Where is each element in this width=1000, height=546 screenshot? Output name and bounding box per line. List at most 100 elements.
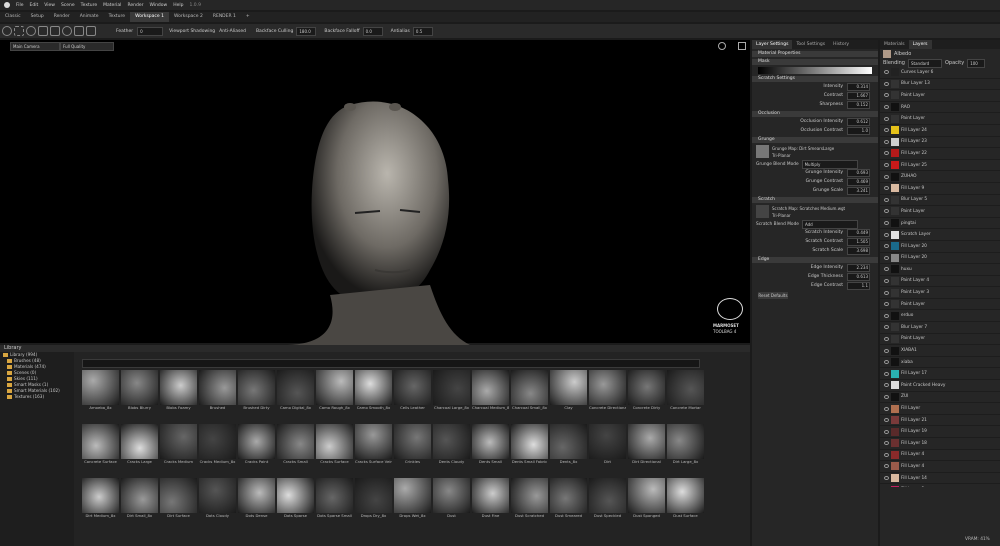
- layer-row[interactable]: Fill Layer 20: [880, 241, 1000, 253]
- layer-row[interactable]: Paint Layer: [880, 90, 1000, 102]
- lasso-tool-icon[interactable]: [26, 26, 36, 36]
- layer-row[interactable]: Blur Layer 13: [880, 79, 1000, 91]
- viewport-settings-icon[interactable]: [718, 42, 726, 50]
- visibility-eye-icon[interactable]: [884, 452, 889, 457]
- visibility-eye-icon[interactable]: [884, 197, 889, 202]
- texture-thumbnail[interactable]: Drops Dry_8x: [355, 478, 392, 520]
- texture-thumbnail[interactable]: Cells Leather: [394, 370, 431, 412]
- visibility-eye-icon[interactable]: [884, 232, 889, 237]
- texture-thumbnail[interactable]: Dirt Medium_8x: [82, 478, 119, 520]
- fill-tool-icon[interactable]: [50, 26, 60, 36]
- visibility-eye-icon[interactable]: [884, 406, 889, 411]
- quality-select[interactable]: Full Quality: [60, 42, 114, 51]
- library-search-input[interactable]: [82, 359, 700, 368]
- texture-thumbnail[interactable]: Cracks Large: [121, 424, 158, 466]
- albedo-swatch[interactable]: [883, 50, 891, 58]
- texture-thumbnail[interactable]: Concrete Surface: [82, 424, 119, 466]
- scratch-map-label[interactable]: Scratch Map: Scratches Medium.wgt: [772, 206, 845, 211]
- tab-layers[interactable]: Layers: [908, 40, 932, 49]
- texture-thumbnail[interactable]: Dust Fine: [472, 478, 509, 520]
- brush-tool-icon[interactable]: [38, 26, 48, 36]
- layer-row[interactable]: Paint Layer: [880, 206, 1000, 218]
- texture-thumbnail[interactable]: Charcoal Small_8x: [511, 370, 548, 412]
- visibility-eye-icon[interactable]: [884, 313, 889, 318]
- occlusion-setting-value[interactable]: 1.0: [847, 126, 870, 135]
- layer-row[interactable]: Fill Layer 4: [880, 450, 1000, 462]
- layer-row[interactable]: Fill Layer 20: [880, 253, 1000, 265]
- anti-aliased-checkbox[interactable]: Anti-Aliased: [219, 29, 246, 34]
- layer-row[interactable]: Fill Layer 25: [880, 160, 1000, 172]
- layer-row[interactable]: Fill Layer 21: [880, 415, 1000, 427]
- layer-row[interactable]: Paint Layer: [880, 113, 1000, 125]
- texture-thumbnail[interactable]: Crinkles: [394, 424, 431, 466]
- texture-thumbnail[interactable]: Camo Rough_8x: [316, 370, 353, 412]
- layer-row[interactable]: xiaba: [880, 357, 1000, 369]
- texture-thumbnail[interactable]: Dots Sparse Small: [316, 478, 353, 520]
- layer-row[interactable]: Fill Layer 5: [880, 484, 1000, 487]
- antialias-input[interactable]: 0.5: [412, 26, 433, 36]
- grunge-setting-value[interactable]: 3.241: [847, 186, 870, 195]
- visibility-eye-icon[interactable]: [884, 278, 889, 283]
- visibility-eye-icon[interactable]: [884, 476, 889, 481]
- tab-workspace-2[interactable]: Workspace 2: [169, 12, 208, 22]
- texture-thumbnail[interactable]: Cracks Medium_8x: [199, 424, 236, 466]
- channel-select[interactable]: Albedo: [894, 51, 911, 57]
- layer-row[interactable]: Fill Layer 9: [880, 183, 1000, 195]
- feather-input[interactable]: 0: [137, 26, 164, 36]
- layer-row[interactable]: Fill Layer: [880, 403, 1000, 415]
- menu-help[interactable]: Help: [173, 3, 183, 8]
- layer-row[interactable]: Fill Layer 24: [880, 125, 1000, 137]
- tab-history[interactable]: History: [829, 40, 853, 49]
- layer-row[interactable]: Paint Layer: [880, 334, 1000, 346]
- visibility-eye-icon[interactable]: [884, 116, 889, 121]
- texture-thumbnail[interactable]: Charcoal Medium_8x: [472, 370, 509, 412]
- section-mask[interactable]: Mask: [752, 59, 878, 65]
- visibility-eye-icon[interactable]: [884, 93, 889, 98]
- layer-row[interactable]: Paint Layer 3: [880, 287, 1000, 299]
- texture-thumbnail[interactable]: Drops Wet_8x: [394, 478, 431, 520]
- visibility-eye-icon[interactable]: [884, 325, 889, 330]
- visibility-eye-icon[interactable]: [884, 81, 889, 86]
- visibility-eye-icon[interactable]: [884, 174, 889, 179]
- texture-thumbnail[interactable]: Brushed Dirty: [238, 370, 275, 412]
- texture-thumbnail[interactable]: Clay: [550, 370, 587, 412]
- edge-setting-value[interactable]: 1.1: [847, 281, 870, 290]
- visibility-eye-icon[interactable]: [884, 151, 889, 156]
- menu-view[interactable]: View: [44, 3, 55, 8]
- camera-select[interactable]: Main Camera: [10, 42, 60, 51]
- grunge-blend-select[interactable]: Multiply: [801, 159, 858, 169]
- scratch-map-thumbnail[interactable]: [756, 205, 769, 218]
- fullscreen-icon[interactable]: [738, 42, 746, 50]
- viewport[interactable]: Main Camera Full Quality MARMOSET TOOLBA…: [0, 40, 750, 345]
- texture-thumbnail[interactable]: Dirt Directional: [628, 424, 665, 466]
- layer-row[interactable]: Paint Layer 4: [880, 276, 1000, 288]
- layer-row[interactable]: Blur Layer 7: [880, 322, 1000, 334]
- texture-thumbnail[interactable]: Cracks Paint: [238, 424, 275, 466]
- grunge-setting-value[interactable]: 0.469: [847, 177, 870, 186]
- section-material-properties[interactable]: Material Properties: [752, 51, 878, 57]
- menu-edit[interactable]: Edit: [30, 3, 39, 8]
- tab-render-1[interactable]: RENDER 1: [208, 12, 241, 22]
- select-tool-icon[interactable]: [2, 26, 12, 36]
- visibility-eye-icon[interactable]: [884, 418, 889, 423]
- blending-select[interactable]: Standard: [907, 58, 942, 68]
- menu-texture[interactable]: Texture: [81, 3, 97, 8]
- visibility-eye-icon[interactable]: [884, 70, 889, 75]
- tab-render[interactable]: Render: [49, 12, 75, 22]
- layer-row[interactable]: ZUHAO: [880, 171, 1000, 183]
- visibility-eye-icon[interactable]: [884, 302, 889, 307]
- scratch-param-value[interactable]: 3.698: [847, 246, 870, 255]
- edge-setting-value[interactable]: 2.234: [847, 263, 870, 272]
- layer-row[interactable]: Fill Layer 23: [880, 137, 1000, 149]
- texture-thumbnail[interactable]: Dust Sponged: [628, 478, 665, 520]
- visibility-eye-icon[interactable]: [884, 290, 889, 295]
- layer-row[interactable]: huxu: [880, 264, 1000, 276]
- reset-defaults-button[interactable]: Reset Defaults: [758, 292, 788, 299]
- scratch-blend-select[interactable]: Add: [801, 219, 858, 229]
- layer-row[interactable]: Scratch Layer: [880, 229, 1000, 241]
- occlusion-setting-value[interactable]: 0.612: [847, 117, 870, 126]
- visibility-eye-icon[interactable]: [884, 209, 889, 214]
- texture-thumbnail[interactable]: Dust Smeared: [550, 478, 587, 520]
- texture-thumbnail[interactable]: Camo Smooth_8x: [355, 370, 392, 412]
- texture-thumbnail[interactable]: Dust Speckled: [589, 478, 626, 520]
